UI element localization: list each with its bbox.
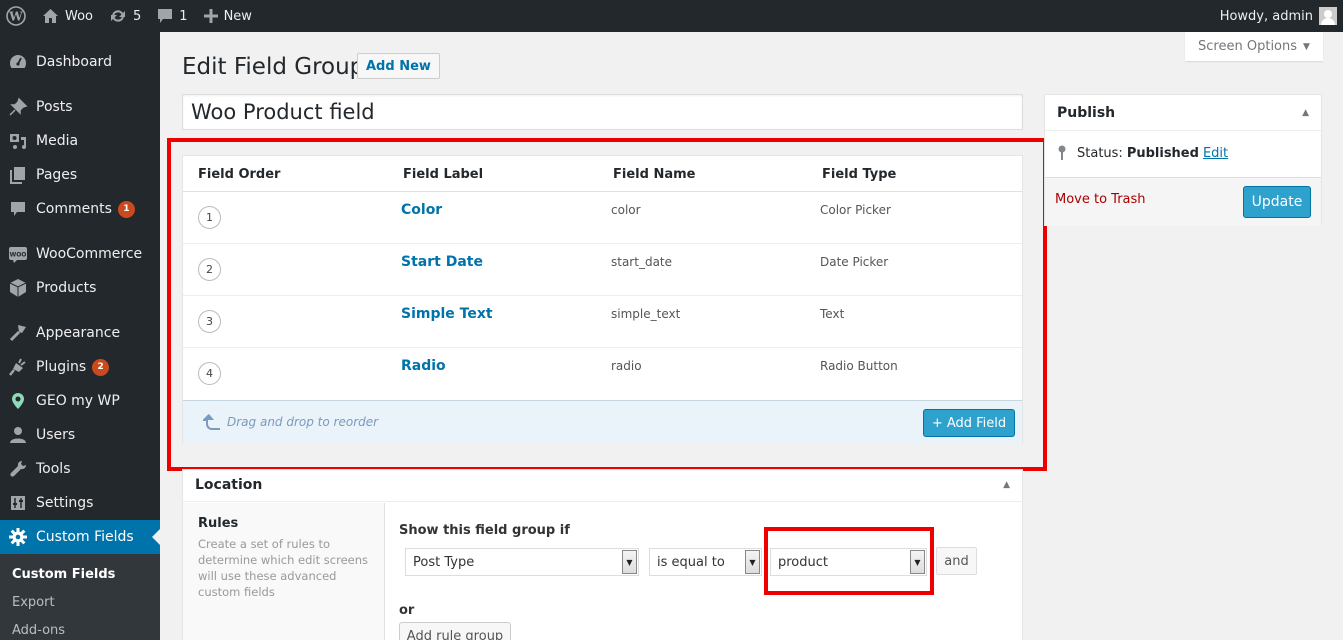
publish-status: Status: Published Edit [1057, 145, 1228, 161]
collapse-toggle-icon[interactable]: ▲ [1302, 108, 1309, 118]
site-name: Woo [65, 8, 93, 24]
plugins-badge: 2 [92, 358, 110, 376]
my-account-link[interactable]: Howdy, admin [1212, 0, 1343, 32]
updates-count: 5 [133, 8, 142, 24]
sidebar-item-users[interactable]: Users [0, 418, 160, 452]
brush-icon [0, 323, 36, 343]
publish-actions: Move to Trash Update [1045, 177, 1321, 226]
wrench-icon [0, 459, 36, 479]
page-title: Edit Field Group [182, 54, 365, 80]
wordpress-logo-button[interactable]: W [0, 0, 34, 32]
comment-icon [0, 199, 36, 219]
and-button[interactable]: and [936, 547, 977, 575]
publish-box: Publish ▲ Status: Published Edit Move to… [1044, 94, 1322, 226]
publish-title: Publish [1057, 105, 1116, 121]
avatar [1319, 7, 1337, 25]
user-icon [0, 425, 36, 445]
rules-title: Rules [198, 516, 239, 531]
comments-count: 1 [179, 8, 188, 24]
sliders-icon [0, 493, 36, 513]
woo-icon: WOO [0, 244, 36, 264]
sidebar-item-appearance[interactable]: Appearance [0, 316, 160, 350]
sidebar-item-dashboard[interactable]: Dashboard [0, 45, 160, 79]
rules-description: Create a set of rules to determine which… [198, 537, 369, 599]
pages-icon [0, 165, 36, 185]
sidebar-item-tools[interactable]: Tools [0, 452, 160, 486]
box-icon [0, 278, 36, 298]
submenu-export[interactable]: Export [12, 595, 55, 610]
add-new-button[interactable]: Add New [357, 53, 440, 79]
gear-icon [0, 527, 36, 547]
edit-status-link[interactable]: Edit [1203, 146, 1228, 161]
add-rule-group-button[interactable]: Add rule group [399, 622, 511, 640]
rule-param-select[interactable]: Post Type ▼ [405, 548, 639, 576]
plug-icon [0, 357, 36, 377]
sidebar-item-pages[interactable]: Pages [0, 158, 160, 192]
sidebar-item-settings[interactable]: Settings [0, 486, 160, 520]
rule-operator-select[interactable]: is equal to ▼ [649, 548, 762, 576]
sidebar-item-geo-my-wp[interactable]: GEO my WP [0, 384, 160, 418]
dropdown-arrow-icon: ▼ [622, 550, 637, 574]
wordpress-icon: W [6, 6, 26, 26]
highlight-box-fields [167, 138, 1047, 471]
updates-link[interactable]: 5 [101, 0, 149, 32]
sidebar-item-posts[interactable]: Posts [0, 90, 160, 124]
dropdown-arrow-icon: ▼ [745, 550, 760, 574]
new-content-link[interactable]: New [196, 0, 260, 32]
comments-link[interactable]: 1 [149, 0, 195, 32]
admin-bar: W Woo 5 1 New Howdy, admin [0, 0, 1343, 32]
admin-sidebar: Dashboard Posts Media Pages Comments 1 W… [0, 32, 160, 640]
dashboard-icon [0, 52, 36, 72]
home-icon [42, 8, 59, 24]
or-label: or [399, 603, 415, 618]
sidebar-item-products[interactable]: Products [0, 271, 160, 305]
main-content: Screen Options ▼ Edit Field Group Add Ne… [160, 32, 1343, 640]
sidebar-item-woocommerce[interactable]: WOO WooCommerce [0, 237, 160, 271]
comment-icon [157, 8, 173, 24]
caret-down-icon: ▼ [1303, 41, 1310, 52]
update-button[interactable]: Update [1243, 186, 1311, 218]
collapse-toggle-icon[interactable]: ▲ [1003, 480, 1010, 490]
highlight-box-value [764, 527, 934, 595]
new-label: New [223, 8, 252, 24]
move-to-trash-link[interactable]: Move to Trash [1055, 192, 1146, 207]
location-pin-icon [0, 391, 36, 411]
sidebar-item-comments[interactable]: Comments 1 [0, 192, 160, 226]
media-icon [0, 131, 36, 151]
svg-text:WOO: WOO [10, 252, 27, 259]
screen-options-button[interactable]: Screen Options ▼ [1185, 32, 1323, 61]
custom-fields-submenu: Custom Fields Export Add-ons [0, 554, 160, 640]
greeting: Howdy, admin [1219, 8, 1313, 24]
status-value: Published [1126, 145, 1199, 161]
show-if-label: Show this field group if [399, 523, 570, 538]
sidebar-item-media[interactable]: Media [0, 124, 160, 158]
svg-text:W: W [8, 10, 23, 24]
pin-icon [1057, 145, 1067, 161]
sidebar-item-plugins[interactable]: Plugins 2 [0, 350, 160, 384]
comments-badge: 1 [117, 200, 135, 218]
updates-icon [109, 8, 127, 24]
plus-icon [203, 9, 218, 23]
submenu-custom-fields[interactable]: Custom Fields [12, 567, 115, 582]
sidebar-item-custom-fields[interactable]: Custom Fields [0, 520, 160, 554]
location-title: Location [195, 477, 263, 493]
rules-description-panel: Rules Create a set of rules to determine… [183, 503, 385, 640]
location-header[interactable]: Location ▲ [183, 470, 1022, 502]
site-name-link[interactable]: Woo [34, 0, 101, 32]
pin-icon [0, 97, 36, 117]
title-input[interactable]: Woo Product field [182, 94, 1023, 130]
publish-header[interactable]: Publish ▲ [1045, 95, 1321, 131]
submenu-add-ons[interactable]: Add-ons [12, 623, 65, 638]
